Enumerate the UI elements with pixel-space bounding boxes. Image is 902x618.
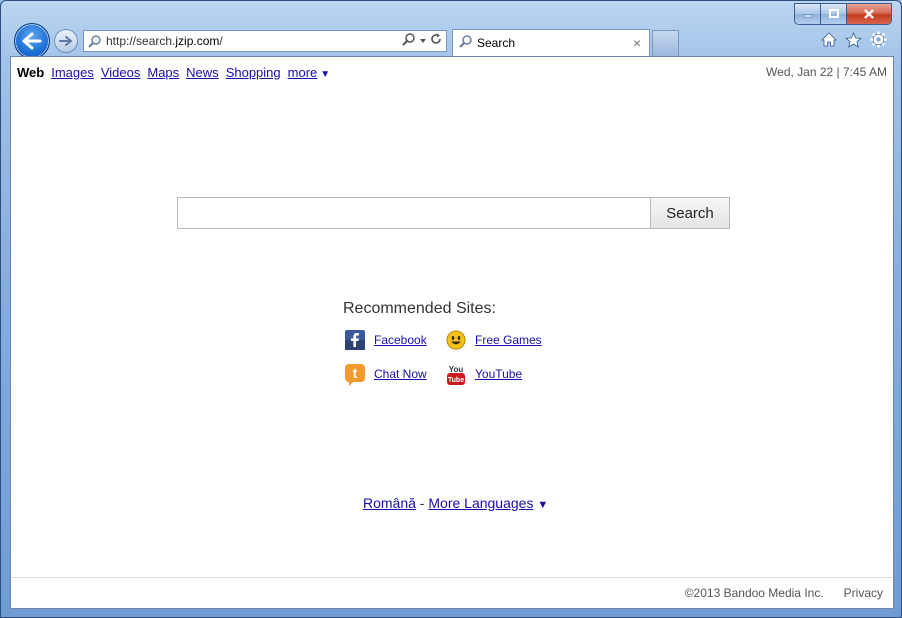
footer-divider (11, 577, 893, 578)
svg-text:You: You (449, 365, 464, 374)
caret-down-icon[interactable]: ▼ (537, 499, 548, 511)
window-caption-buttons (794, 3, 892, 25)
chevron-down-icon[interactable] (419, 32, 427, 50)
caret-down-icon: ▼ (320, 68, 331, 80)
maximize-icon (828, 9, 839, 18)
browser-window: http://search.jzip.com/ Search × Web Ima… (0, 0, 902, 618)
search-input[interactable] (177, 197, 650, 229)
recommended-site-facebook[interactable]: Facebook (345, 329, 446, 351)
address-bar[interactable]: http://search.jzip.com/ (83, 30, 447, 52)
youtube-icon: You Tube (446, 364, 466, 385)
nav-news[interactable]: News (186, 65, 219, 80)
browser-toolbar (821, 31, 887, 53)
forward-button[interactable] (54, 29, 78, 53)
arrow-left-icon (22, 32, 42, 50)
language-separator: - (415, 495, 429, 511)
minimize-icon (803, 14, 812, 18)
copyright-text: ©2013 Bandoo Media Inc. (684, 586, 824, 600)
nav-more-label[interactable]: more (288, 65, 318, 80)
home-icon[interactable] (821, 32, 837, 52)
close-window-button[interactable] (847, 4, 891, 24)
date-time: Wed, Jan 22 | 7:45 AM (766, 65, 887, 79)
address-url[interactable]: http://search.jzip.com/ (106, 34, 402, 48)
address-search-icon[interactable] (402, 32, 416, 51)
recommended-site-free-games[interactable]: Free Games (446, 329, 556, 351)
nav-maps[interactable]: Maps (147, 65, 179, 80)
new-tab-button[interactable] (652, 30, 679, 56)
svg-text:Tube: Tube (448, 377, 464, 384)
smiley-icon (446, 330, 466, 350)
tab-search-icon (459, 34, 473, 53)
facebook-icon (345, 330, 365, 350)
nav-videos[interactable]: Videos (101, 65, 141, 80)
search-form: Search (177, 197, 730, 229)
recommended-site-label[interactable]: Free Games (475, 333, 542, 347)
recommended-sites-title: Recommended Sites: (343, 300, 496, 317)
nav-more[interactable]: more ▼ (288, 65, 331, 80)
nav-images[interactable]: Images (51, 65, 94, 80)
gear-icon[interactable] (870, 31, 887, 53)
recommended-site-label[interactable]: YouTube (475, 367, 522, 381)
top-navigation: Web Images Videos Maps News Shopping mor… (11, 57, 893, 87)
arrow-right-icon (59, 36, 72, 46)
recommended-sites-list: Facebook Free Games t Chat Now You Tube Y… (345, 329, 556, 386)
minimize-button[interactable] (795, 4, 821, 24)
nav-web[interactable]: Web (17, 65, 44, 80)
recommended-site-label[interactable]: Chat Now (374, 367, 427, 381)
svg-text:t: t (353, 365, 358, 381)
close-icon (864, 9, 874, 19)
recommended-site-label[interactable]: Facebook (374, 333, 427, 347)
tab-search[interactable]: Search × (452, 29, 650, 56)
recommended-site-youtube[interactable]: You Tube YouTube (446, 363, 556, 385)
privacy-link[interactable]: Privacy (844, 586, 883, 600)
refresh-icon[interactable] (430, 32, 442, 50)
favorites-star-icon[interactable] (844, 31, 863, 53)
page-content: Web Images Videos Maps News Shopping mor… (10, 56, 894, 609)
more-languages-link[interactable]: More Languages (428, 495, 533, 511)
back-button[interactable] (14, 23, 50, 59)
nav-shopping[interactable]: Shopping (226, 65, 281, 80)
recommended-site-chat-now[interactable]: t Chat Now (345, 363, 446, 386)
search-icon (84, 34, 106, 48)
tab-close-icon[interactable]: × (629, 35, 645, 51)
chat-t-icon: t (345, 364, 365, 386)
language-selector: Română - More Languages ▼ (363, 495, 548, 511)
language-current[interactable]: Română (363, 495, 416, 511)
footer: ©2013 Bandoo Media Inc. Privacy (685, 586, 883, 600)
tab-title: Search (477, 36, 516, 50)
maximize-button[interactable] (821, 4, 847, 24)
search-button[interactable]: Search (650, 197, 730, 229)
